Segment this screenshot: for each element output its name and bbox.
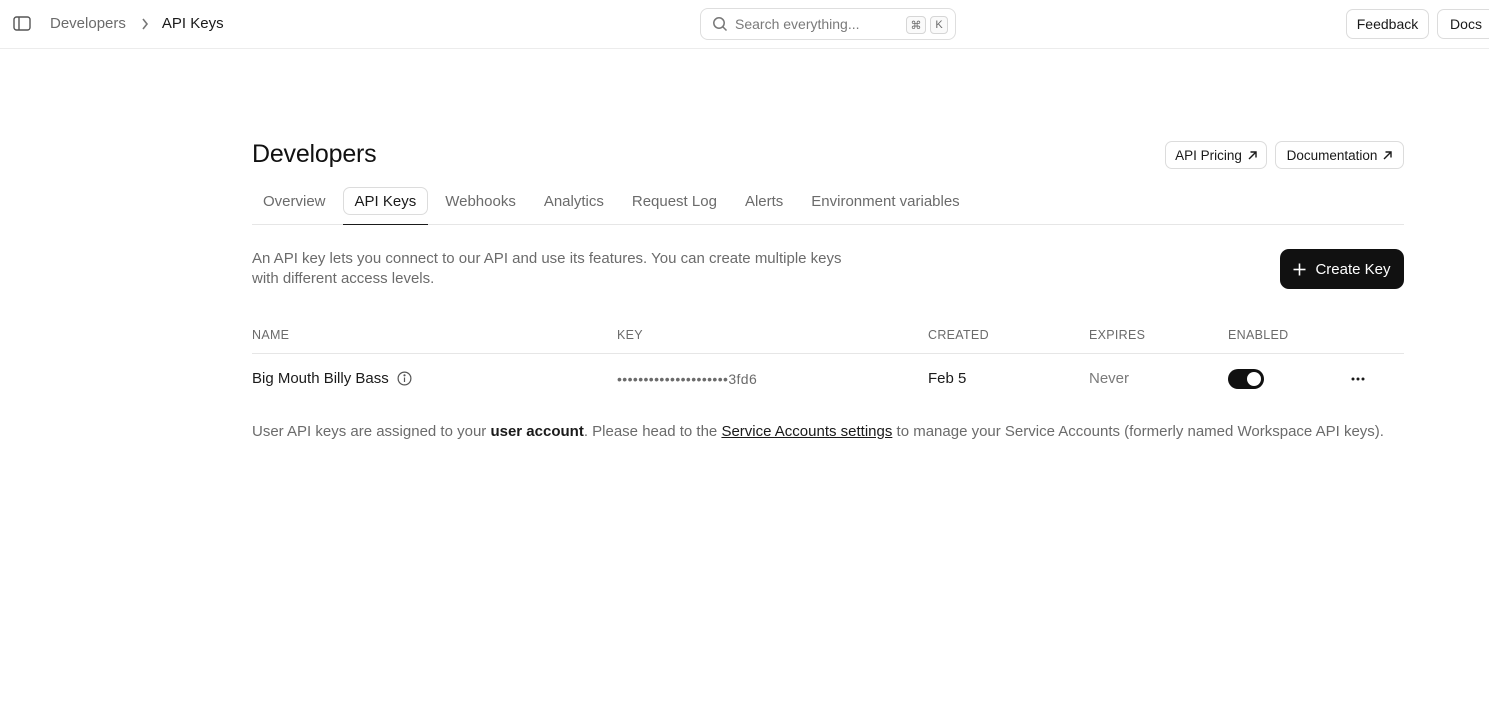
create-key-label: Create Key xyxy=(1315,260,1391,278)
note-text-3: to manage your Service Accounts (formerl… xyxy=(892,423,1384,440)
documentation-button[interactable]: Documentation xyxy=(1275,141,1404,169)
note-text-1: User API keys are assigned to your xyxy=(252,423,491,440)
service-accounts-note: User API keys are assigned to your user … xyxy=(252,423,1384,440)
key-name-cell: Big Mouth Billy Bass xyxy=(252,370,412,387)
expires-value: Never xyxy=(1089,370,1130,387)
toggle-knob xyxy=(1247,372,1261,386)
column-enabled: ENABLED xyxy=(1228,328,1289,342)
tab-api-keys[interactable]: API Keys xyxy=(342,187,429,225)
sidebar-toggle-icon[interactable] xyxy=(13,16,31,31)
column-expires: EXPIRES xyxy=(1089,328,1146,342)
note-user-account: user account xyxy=(490,423,584,440)
search-icon xyxy=(713,17,728,32)
tab-alerts[interactable]: Alerts xyxy=(734,187,794,215)
breadcrumb-api-keys: API Keys xyxy=(161,15,224,32)
tab-analytics[interactable]: Analytics xyxy=(533,187,615,215)
info-icon[interactable] xyxy=(397,371,412,386)
arrow-up-right-icon xyxy=(1383,150,1393,159)
tab-webhooks[interactable]: Webhooks xyxy=(434,187,527,215)
more-horizontal-icon xyxy=(1351,377,1365,381)
masked-key: •••••••••••••••••••••3fd6 xyxy=(617,371,758,387)
enabled-toggle[interactable] xyxy=(1228,369,1264,389)
create-key-button[interactable]: Create Key xyxy=(1280,249,1404,289)
arrow-up-right-icon xyxy=(1248,150,1257,159)
shortcut-k-key: K xyxy=(930,16,948,34)
api-keys-table: NAME KEY CREATED EXPIRES ENABLED Big Mou… xyxy=(252,318,1404,402)
column-name: NAME xyxy=(252,328,290,342)
documentation-label: Documentation xyxy=(1286,147,1378,163)
created-date: Feb 5 xyxy=(928,370,967,387)
api-pricing-label: API Pricing xyxy=(1175,147,1242,163)
api-pricing-button[interactable]: API Pricing xyxy=(1165,141,1267,169)
note-text-2: . Please head to the xyxy=(583,423,722,440)
tab-request-log[interactable]: Request Log xyxy=(621,187,728,215)
api-keys-description: An API key lets you connect to our API a… xyxy=(252,250,842,287)
search-input[interactable] xyxy=(735,16,895,32)
table-header: NAME KEY CREATED EXPIRES ENABLED xyxy=(252,318,1404,354)
column-created: CREATED xyxy=(928,328,989,342)
page-title: Developers xyxy=(252,140,377,168)
breadcrumb-developers[interactable]: Developers xyxy=(50,15,126,32)
tab-environment-variables[interactable]: Environment variables xyxy=(800,187,970,215)
plus-icon xyxy=(1293,263,1306,275)
docs-button[interactable]: Docs xyxy=(1437,9,1489,39)
top-bar: Developers API Keys ⌘ K Feedback Docs xyxy=(0,0,1489,49)
tab-bar: Overview API Keys Webhooks Analytics Req… xyxy=(252,187,1404,225)
column-key: KEY xyxy=(617,328,643,342)
tab-overview[interactable]: Overview xyxy=(252,187,337,215)
service-accounts-settings-link[interactable]: Service Accounts settings xyxy=(721,423,892,440)
shortcut-cmd-key: ⌘ xyxy=(906,16,926,34)
breadcrumb: Developers API Keys xyxy=(50,15,224,32)
key-name: Big Mouth Billy Bass xyxy=(252,370,389,387)
search-box[interactable]: ⌘ K xyxy=(700,8,956,40)
table-row: Big Mouth Billy Bass •••••••••••••••••••… xyxy=(252,354,1404,402)
row-actions-button[interactable] xyxy=(1342,370,1374,388)
feedback-button[interactable]: Feedback xyxy=(1346,9,1429,39)
chevron-right-icon xyxy=(142,18,148,29)
